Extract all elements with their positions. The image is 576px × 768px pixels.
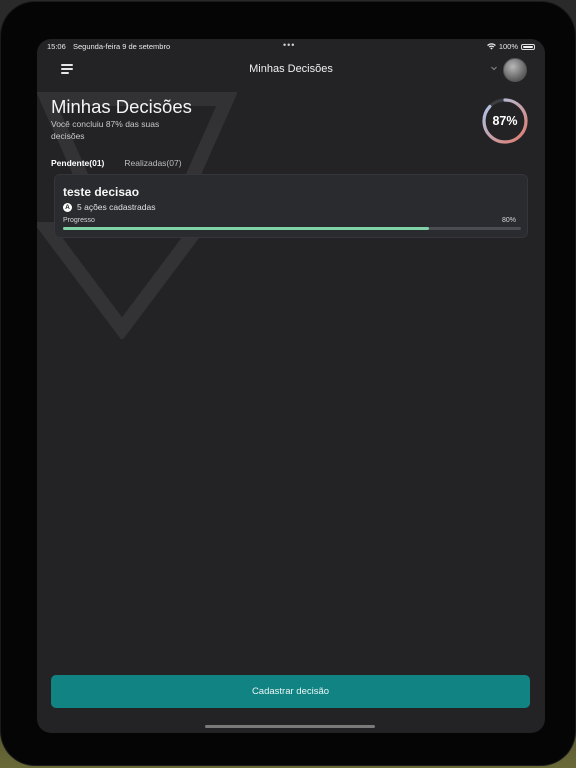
wifi-icon: [486, 43, 496, 50]
chevron-down-icon[interactable]: [490, 64, 498, 72]
progress-label: Progresso: [63, 217, 95, 224]
status-indicators: 100%: [486, 42, 535, 51]
decision-card[interactable]: teste decisao A 5 ações cadastradas Prog…: [54, 174, 528, 238]
tab-pending[interactable]: Pendente(01): [51, 158, 104, 168]
battery-icon: [521, 43, 535, 50]
navigation-bar: Minhas Decisões: [37, 57, 545, 83]
app-screen: 15:06 Segunda-feira 9 de setembro ••• 10…: [37, 39, 545, 733]
status-bar: 15:06 Segunda-feira 9 de setembro ••• 10…: [37, 39, 545, 55]
completion-progress-ring: 87%: [480, 96, 530, 146]
progress-bar-fill: [63, 227, 430, 230]
actions-count-text: 5 ações cadastradas: [77, 202, 156, 212]
nav-title: Minhas Decisões: [249, 63, 333, 75]
decision-tabs: Pendente(01) Realizadas(07): [51, 158, 182, 168]
tablet-device-frame: 15:06 Segunda-feira 9 de setembro ••• 10…: [1, 2, 575, 765]
multitasking-dots[interactable]: •••: [283, 40, 295, 50]
battery-percentage: 100%: [498, 42, 518, 51]
completion-percent-text: 87%: [492, 114, 518, 128]
progress-value: 80%: [501, 217, 516, 224]
decision-actions-count: A 5 ações cadastradas: [63, 202, 155, 212]
actions-letter-icon: A: [63, 202, 72, 212]
status-time: 15:06: [47, 42, 66, 51]
tab-completed[interactable]: Realizadas(07): [124, 158, 181, 168]
progress-bar-track: [63, 227, 521, 230]
status-date: Segunda-feira 9 de setembro: [73, 42, 171, 51]
register-decision-button[interactable]: Cadastrar decisão: [51, 675, 530, 708]
completion-summary: Você concluiu 87% das suas decisões: [51, 119, 160, 141]
decision-title: teste decisao: [63, 185, 140, 199]
page-title: Minhas Decisões: [51, 96, 192, 117]
avatar[interactable]: [503, 58, 527, 82]
home-indicator[interactable]: [205, 725, 375, 728]
